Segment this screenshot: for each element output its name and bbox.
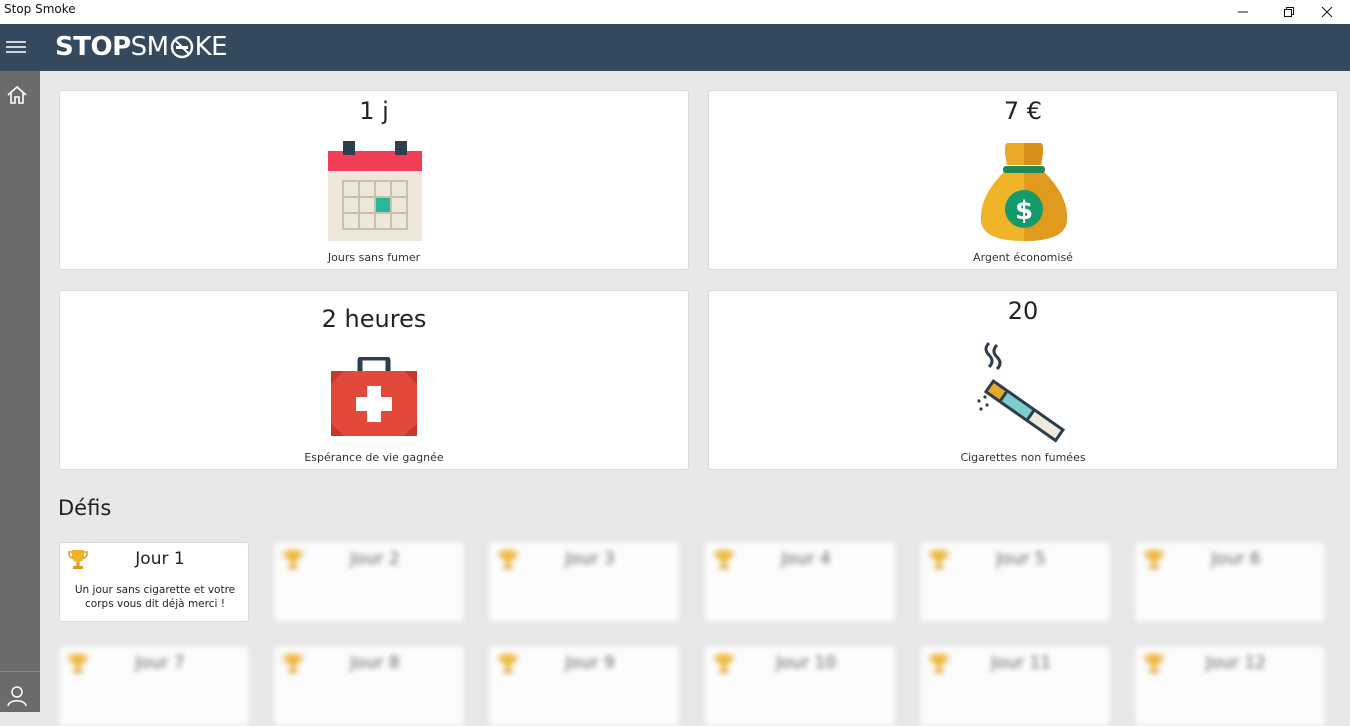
challenge-card[interactable]: Jour 5 — [920, 542, 1110, 622]
calendar-icon — [328, 141, 422, 241]
hamburger-icon — [6, 41, 26, 53]
window-titlebar: Stop Smoke — [0, 0, 1350, 24]
challenge-title: Jour 10 — [775, 653, 837, 673]
sidebar-divider — [0, 671, 40, 672]
svg-text:$: $ — [1015, 196, 1033, 226]
challenge-title: Jour 2 — [350, 549, 400, 569]
cigarette-icon — [977, 341, 1066, 443]
stat-label-cigarettes: Cigarettes non fumées — [960, 451, 1086, 464]
challenge-card[interactable]: Jour 8 — [274, 646, 464, 726]
challenge-description: Un jour sans cigarette et votre corps vo… — [74, 584, 236, 610]
app-logo: STOP SM KE — [55, 32, 228, 62]
sidebar — [0, 71, 40, 712]
challenge-title: Jour 12 — [1205, 653, 1267, 673]
logo-text-end: KE — [194, 32, 228, 62]
medical-kit-icon — [331, 357, 417, 436]
stat-label-days: Jours sans fumer — [327, 251, 421, 264]
stat-card-days: 1 j Jours sans fumer — [59, 90, 689, 270]
challenge-card[interactable]: Jour 12 — [1135, 646, 1325, 726]
challenge-title: Jour 6 — [1211, 549, 1261, 569]
stat-card-cigarettes: 20 Cigarettes non fumées — [708, 290, 1338, 470]
challenge-title: Jour 4 — [781, 549, 831, 569]
challenge-title: Jour 11 — [990, 653, 1052, 673]
minimize-button[interactable] — [1220, 0, 1266, 24]
challenge-card[interactable]: Jour 3 — [489, 542, 679, 622]
logo-text-light: SM — [130, 32, 169, 62]
challenge-title: Jour 1 — [135, 549, 185, 569]
logo-text-bold: STOP — [55, 32, 131, 62]
minimize-icon — [1238, 11, 1248, 13]
challenge-title: Jour 8 — [350, 653, 400, 673]
user-icon — [7, 686, 27, 707]
challenge-title: Jour 9 — [565, 653, 615, 673]
home-icon — [7, 85, 27, 104]
stat-value-money: 7 € — [1003, 97, 1043, 125]
challenge-card[interactable]: Jour 2 — [274, 542, 464, 622]
app-header: STOP SM KE — [0, 24, 1350, 71]
home-nav-button[interactable] — [6, 84, 28, 106]
close-icon — [1321, 6, 1333, 18]
stat-label-money: Argent économisé — [973, 251, 1073, 264]
challenge-card[interactable]: Jour 6 — [1135, 542, 1325, 622]
stat-label-life: Espérance de vie gagnée — [304, 451, 444, 464]
account-nav-button[interactable] — [6, 685, 28, 707]
challenge-card[interactable]: Jour 4 — [705, 542, 895, 622]
challenge-title: Jour 3 — [565, 549, 615, 569]
challenges-title: Défis — [58, 496, 112, 520]
stat-value-cigarettes: 20 — [1007, 297, 1039, 325]
stat-card-money: 7 € $ Argent économisé — [708, 90, 1338, 270]
challenge-card[interactable]: Jour 1 Un jour sans cigarette et votre co… — [59, 542, 249, 622]
challenge-title: Jour 7 — [135, 653, 185, 673]
challenge-title: Jour 5 — [996, 549, 1046, 569]
challenge-card[interactable]: Jour 11 — [920, 646, 1110, 726]
close-button[interactable] — [1304, 0, 1350, 24]
menu-button[interactable] — [4, 36, 28, 60]
stat-value-days: 1 j — [359, 97, 389, 125]
stat-value-life: 2 heures — [321, 305, 427, 333]
money-bag-icon: $ — [980, 143, 1068, 241]
challenge-card[interactable]: Jour 10 — [705, 646, 895, 726]
challenge-card[interactable]: Jour 7 — [59, 646, 249, 726]
challenge-card[interactable]: Jour 9 — [489, 646, 679, 726]
window-title: Stop Smoke — [4, 2, 76, 16]
no-smoking-icon — [170, 35, 193, 59]
stat-card-life: 2 heures Espérance de vie gagnée — [59, 290, 689, 470]
restore-icon — [1284, 7, 1294, 17]
